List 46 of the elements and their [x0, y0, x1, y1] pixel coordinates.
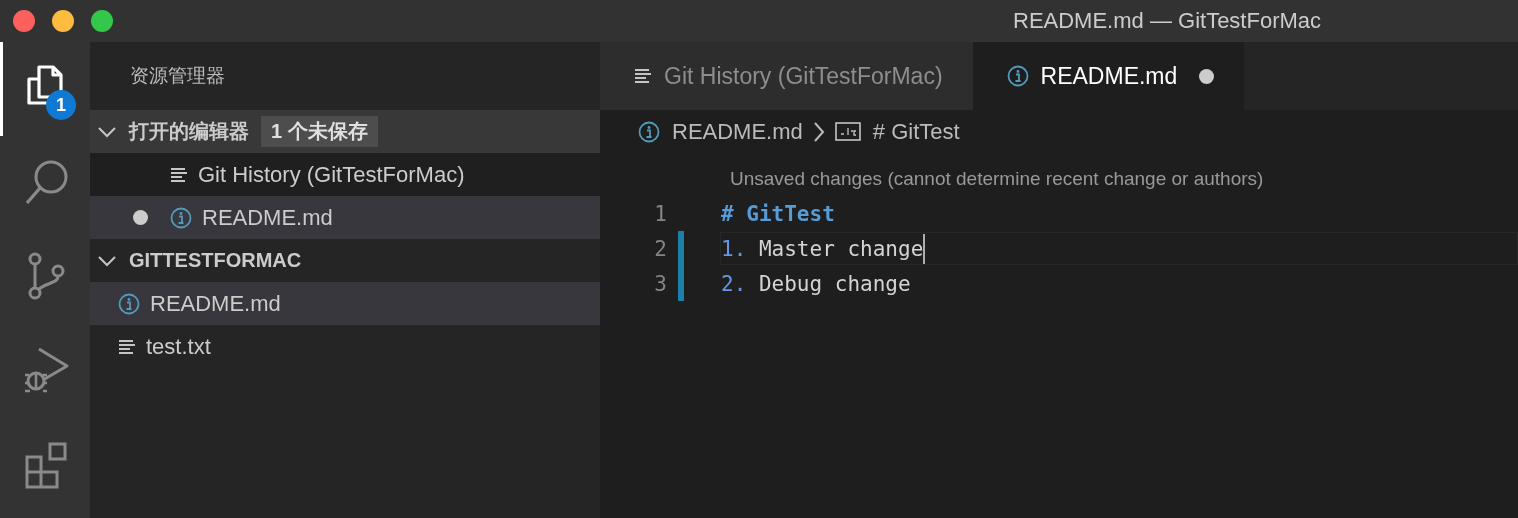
code-line: 1. Master change	[721, 236, 924, 261]
chevron-down-icon	[97, 254, 117, 267]
file-name: test.txt	[146, 333, 211, 360]
chevron-down-icon	[97, 125, 117, 138]
file-item[interactable]: README.md	[90, 196, 600, 239]
breadcrumb-label: # GitTest	[872, 119, 960, 145]
section-label: GITTESTFORMAC	[129, 249, 302, 272]
section-header[interactable]: 打开的编辑器 1 个未保存	[90, 110, 600, 153]
chevron-right-icon	[812, 121, 825, 143]
tab-label: README.md	[1040, 62, 1178, 90]
breadcrumb-label: README.md	[672, 119, 803, 145]
file-item[interactable]: Git History (GitTestForMac)	[90, 153, 600, 196]
close-window-button[interactable]	[13, 10, 35, 32]
editor-tab[interactable]: README.md	[972, 42, 1245, 110]
section-header[interactable]: GITTESTFORMAC	[90, 239, 600, 282]
text-file-icon	[118, 337, 136, 356]
breadcrumb-item[interactable]: # GitTest	[834, 119, 960, 145]
file-name: Git History (GitTestForMac)	[198, 161, 465, 188]
text-cursor	[923, 233, 926, 264]
sidebar-title: 资源管理器	[129, 64, 226, 88]
codelens-text: Unsaved changes (cannot determine recent change or authors)	[730, 168, 1264, 190]
file-name: README.md	[150, 290, 281, 317]
code-line: # GitTest	[721, 201, 835, 226]
file-item[interactable]: README.md	[90, 282, 600, 325]
breadcrumb-item[interactable]: README.md	[638, 119, 803, 145]
window-title: README.md — GitTestForMac	[1013, 8, 1322, 34]
info-icon	[638, 121, 660, 143]
text-file-icon	[170, 165, 188, 184]
line-number: 1	[653, 201, 668, 226]
info-icon	[118, 292, 140, 315]
line-number: 3	[653, 271, 668, 296]
info-icon	[1006, 65, 1029, 87]
section-label: 打开的编辑器	[129, 119, 249, 144]
info-icon	[170, 206, 192, 229]
file-item[interactable]: test.txt	[90, 325, 600, 368]
file-name: README.md	[202, 204, 333, 231]
tab-label: Git History (GitTestForMac)	[664, 62, 943, 90]
minimize-window-button[interactable]	[52, 10, 74, 32]
unsaved-count: 1 个未保存	[261, 116, 378, 147]
editor-tab[interactable]: Git History (GitTestForMac)	[600, 42, 973, 110]
code-line: 2. Debug change	[721, 271, 911, 296]
notification-badge: 1	[46, 90, 76, 120]
line-number: 2	[653, 236, 668, 261]
text-file-icon	[634, 67, 652, 85]
text-symbol-icon	[834, 122, 861, 142]
zoom-window-button[interactable]	[91, 10, 113, 32]
